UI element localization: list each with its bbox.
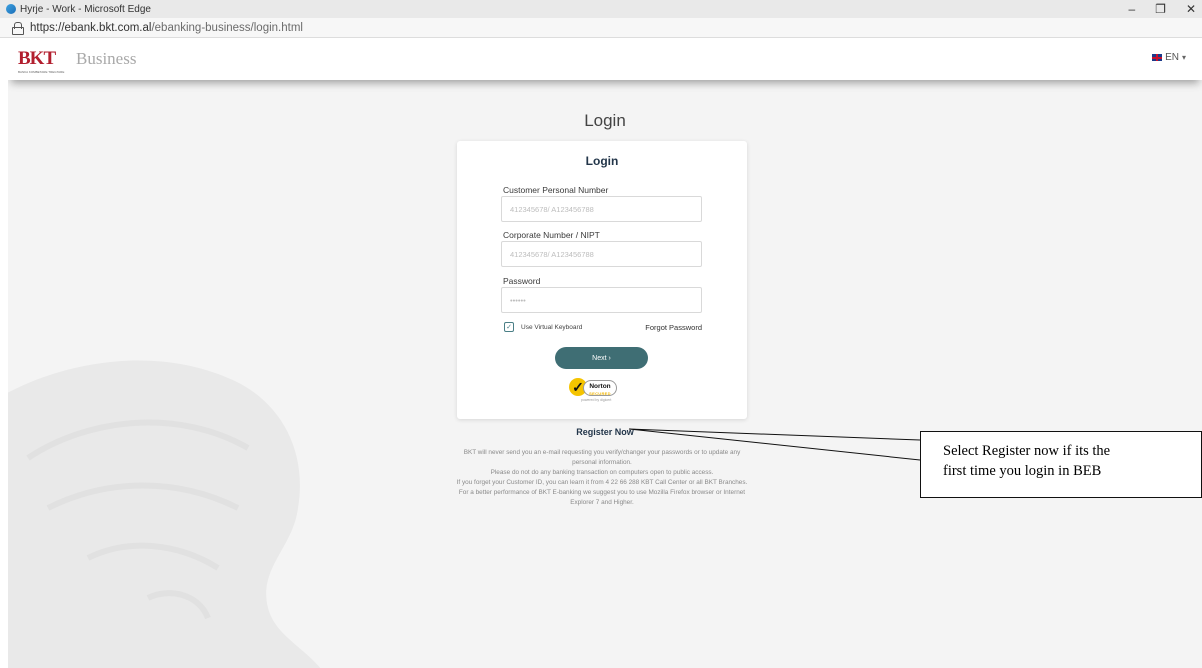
brand-business: Business: [76, 49, 137, 68]
notice-line: For a better performance of BKT E-bankin…: [458, 489, 746, 506]
norton-powered-by: powered by digicert: [581, 398, 612, 402]
language-selector[interactable]: EN ▾: [1152, 52, 1186, 63]
logo-text: BKT: [18, 48, 56, 69]
app-header: BKT BANKA KOMBETARE TREGTARE Business EN…: [8, 38, 1202, 80]
chevron-down-icon: ▾: [1181, 53, 1186, 62]
notice-line: If you forget your Customer ID, you can …: [456, 479, 748, 486]
logo-subtitle: BANKA KOMBETARE TREGTARE: [18, 70, 65, 74]
window-titlebar: Hyrje - Work - Microsoft Edge – ❐ ✕: [0, 0, 1202, 18]
warrior-helmet-watermark-icon: [8, 360, 321, 668]
forgot-password-link[interactable]: Forgot Password: [645, 323, 702, 332]
virtual-keyboard-option[interactable]: ✓ Use Virtual Keyboard: [504, 322, 582, 332]
password-label: Password: [503, 276, 541, 286]
bkt-logo[interactable]: BKT BANKA KOMBETARE TREGTARE: [18, 48, 66, 75]
security-notice: BKT will never send you an e-mail reques…: [452, 448, 752, 508]
callout-line: Select Register now if its the: [943, 443, 1111, 459]
norton-name: Norton: [589, 383, 611, 390]
customer-number-input[interactable]: [501, 196, 702, 222]
norton-secured-badge[interactable]: ✓ Norton SECURED powered by digicert: [569, 374, 629, 408]
close-icon[interactable]: ✕: [1186, 2, 1196, 16]
virtual-keyboard-checkbox[interactable]: ✓: [504, 322, 514, 332]
page-viewport: BKT BANKA KOMBETARE TREGTARE Business EN…: [8, 38, 1202, 668]
callout-line: first time you login in BEB: [943, 463, 1102, 479]
url-path[interactable]: /ebanking-business/login.html: [151, 22, 303, 34]
lock-icon[interactable]: [12, 22, 24, 35]
corporate-number-input[interactable]: [501, 241, 702, 267]
notice-line: BKT will never send you an e-mail reques…: [463, 449, 741, 466]
notice-line: Please do not do any banking transaction…: [490, 469, 714, 476]
url-host[interactable]: https://ebank.bkt.com.al: [30, 22, 151, 34]
minimize-icon[interactable]: –: [1128, 2, 1135, 16]
norton-label: Norton SECURED: [583, 380, 617, 396]
password-input[interactable]: [501, 287, 702, 313]
address-bar[interactable]: https://ebank.bkt.com.al/ebanking-busine…: [0, 18, 1202, 38]
edge-browser-icon: [6, 4, 16, 14]
next-button[interactable]: Next ›: [555, 347, 648, 369]
customer-number-label: Customer Personal Number: [503, 185, 609, 195]
norton-secured: SECURED: [589, 391, 611, 396]
instruction-callout: Select Register now if its the first tim…: [920, 431, 1202, 498]
card-title: Login: [585, 154, 619, 168]
corporate-number-label: Corporate Number / NIPT: [503, 230, 600, 240]
window-title: Hyrje - Work - Microsoft Edge: [20, 3, 151, 15]
restore-icon[interactable]: ❐: [1155, 2, 1166, 16]
language-label: EN: [1165, 52, 1179, 63]
page-title: Login: [584, 111, 626, 130]
window-controls: – ❐ ✕: [1128, 0, 1196, 18]
login-card: Login Customer Personal Number Corporate…: [457, 141, 747, 419]
virtual-keyboard-label[interactable]: Use Virtual Keyboard: [521, 324, 582, 331]
uk-flag-icon: [1152, 54, 1163, 61]
